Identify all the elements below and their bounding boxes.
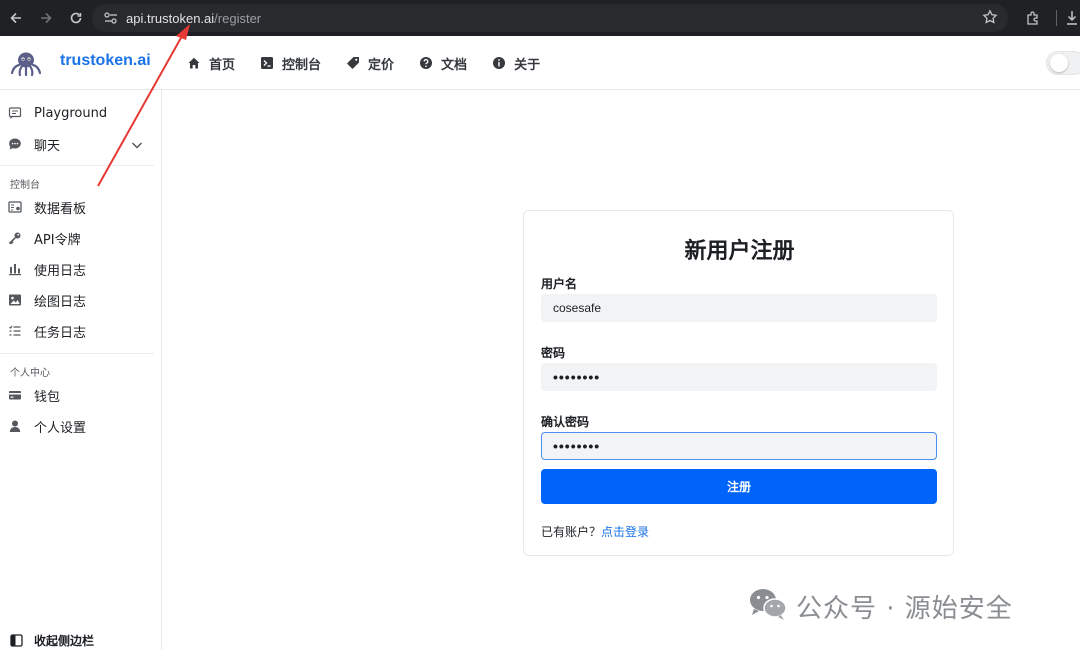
theme-toggle[interactable]	[1046, 51, 1080, 75]
have-account-text: 已有账户？	[541, 525, 602, 539]
password-field[interactable]: ••••••••	[541, 363, 937, 391]
top-nav: 首页 控制台 定价 文档 关于	[186, 36, 564, 90]
nav-docs[interactable]: 文档	[418, 54, 467, 73]
confirm-password-field[interactable]: ••••••••	[541, 432, 937, 460]
login-prompt: 已有账户？点击登录	[541, 523, 649, 540]
nav-about[interactable]: 关于	[491, 54, 540, 73]
site-settings-icon[interactable]	[96, 11, 126, 25]
home-icon	[186, 55, 202, 71]
confirm-password-label: 确认密码	[541, 415, 590, 429]
user-icon	[7, 418, 23, 434]
sidebar-item-chat[interactable]: 聊天	[0, 130, 162, 158]
watermark-text: 公众号 · 源始安全	[796, 593, 1013, 624]
logo-text[interactable]: trustoken.ai	[60, 52, 151, 70]
bar-chart-icon	[7, 261, 23, 277]
sidebar-group-personal: 个人中心	[10, 368, 50, 379]
nav-home[interactable]: 首页	[186, 54, 235, 73]
wallet-icon	[7, 387, 23, 403]
url-text: api.trustoken.ai/register	[126, 11, 261, 26]
bookmark-star-icon[interactable]	[982, 9, 998, 29]
nav-console[interactable]: 控制台	[259, 54, 321, 73]
wechat-icon	[748, 587, 788, 625]
sidebar-item-label: 个人设置	[34, 420, 87, 436]
sidebar-item-api-token[interactable]: API令牌	[0, 224, 162, 252]
chevron-down-icon[interactable]	[131, 139, 143, 154]
sidebar-divider	[0, 165, 154, 166]
sidebar-item-usage-log[interactable]: 使用日志	[0, 255, 162, 283]
dashboard-icon	[7, 199, 23, 215]
sidebar-item-label: 钱包	[34, 389, 61, 405]
info-circle-icon	[491, 55, 507, 71]
forward-icon[interactable]	[32, 4, 60, 32]
playground-icon	[7, 105, 23, 121]
collapse-sidebar-label: 收起侧边栏	[34, 633, 95, 648]
register-title: 新用户注册	[684, 239, 795, 264]
watermark: 公众号 · 源始安全	[748, 588, 1013, 624]
price-tag-icon	[345, 55, 361, 71]
sidebar-item-dashboard[interactable]: 数据看板	[0, 193, 162, 221]
sidebar-item-personal-settings[interactable]: 个人设置	[0, 412, 162, 440]
nav-console-label: 控制台	[282, 57, 322, 73]
nav-pricing[interactable]: 定价	[345, 54, 394, 73]
address-bar[interactable]: api.trustoken.ai/register	[92, 4, 1008, 32]
url-host: api.trustoken.ai	[126, 10, 215, 26]
key-icon	[7, 230, 23, 246]
sidebar-item-playground[interactable]: Playground	[0, 99, 162, 127]
register-card: 新用户注册 用户名 cosesafe 密码 •••••••• 确认密码 ••••…	[523, 210, 954, 556]
image-icon	[7, 292, 23, 308]
sidebar-item-label: 使用日志	[34, 263, 87, 279]
help-circle-icon	[418, 55, 434, 71]
task-list-icon	[7, 323, 23, 339]
sidebar-divider	[0, 353, 154, 354]
sidebar-item-drawing-log[interactable]: 绘图日志	[0, 286, 162, 314]
extensions-icon[interactable]	[1020, 4, 1046, 32]
sidebar-item-label: Playground	[34, 105, 108, 121]
nav-pricing-label: 定价	[368, 57, 395, 73]
app-header: trustoken.ai 首页 控制台 定价 文档 关于	[0, 36, 1080, 90]
password-label: 密码	[541, 346, 566, 360]
toolbar-divider	[1056, 10, 1057, 26]
url-path: /register	[214, 10, 262, 26]
sidebar-toggle-icon	[8, 632, 24, 648]
register-button[interactable]: 注册	[541, 469, 937, 504]
back-icon[interactable]	[2, 4, 30, 32]
username-label: 用户名	[541, 277, 578, 291]
sidebar-item-label: 数据看板	[34, 201, 87, 217]
sidebar-item-label: API令牌	[34, 232, 81, 248]
sidebar-item-label: 任务日志	[34, 325, 87, 341]
octopus-logo-icon[interactable]	[10, 50, 42, 78]
reload-icon[interactable]	[62, 4, 90, 32]
sidebar-item-wallet[interactable]: 钱包	[0, 381, 162, 409]
sidebar: Playground 聊天 控制台 数据看板 API令牌 使用日志 绘图日志 任…	[0, 90, 162, 650]
browser-toolbar: api.trustoken.ai/register	[0, 0, 1080, 36]
nav-home-label: 首页	[209, 57, 236, 73]
chat-bubble-icon	[7, 136, 23, 152]
sidebar-group-console: 控制台	[10, 180, 40, 191]
sidebar-item-label: 绘图日志	[34, 294, 87, 310]
sidebar-item-label: 聊天	[34, 138, 61, 154]
username-field[interactable]: cosesafe	[541, 294, 937, 322]
login-link[interactable]: 点击登录	[601, 525, 649, 539]
sidebar-item-task-log[interactable]: 任务日志	[0, 317, 162, 345]
download-icon[interactable]	[1064, 6, 1080, 30]
nav-docs-label: 文档	[441, 57, 468, 73]
nav-about-label: 关于	[514, 57, 541, 73]
terminal-icon	[259, 55, 275, 71]
main-content: 新用户注册 用户名 cosesafe 密码 •••••••• 确认密码 ••••…	[163, 90, 1080, 650]
theme-toggle-knob	[1050, 54, 1068, 72]
